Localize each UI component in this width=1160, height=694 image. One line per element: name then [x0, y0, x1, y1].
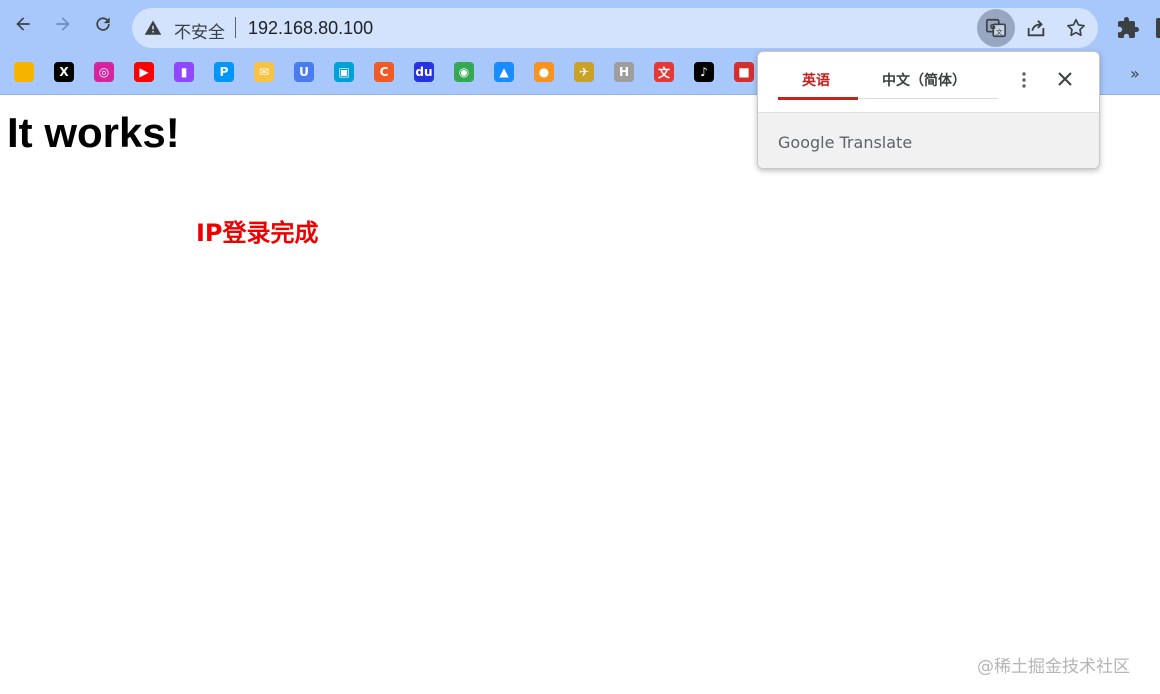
drive-bookmark-icon[interactable]: ▲ [494, 62, 514, 82]
url-text[interactable]: 192.168.80.100 [248, 18, 373, 39]
profile-button[interactable] [1156, 18, 1160, 38]
warning-icon[interactable] [144, 19, 162, 37]
more-vert-icon [1022, 72, 1026, 88]
address-bar[interactable]: 不安全 192.168.80.100 G 文 [132, 8, 1098, 48]
reload-icon [96, 17, 110, 31]
baidu-bookmark-icon[interactable]: du [414, 62, 434, 82]
tiktok-bookmark-icon[interactable]: ♪ [694, 62, 714, 82]
back-arrow-icon [16, 17, 30, 31]
bookmark-star-icon[interactable] [1065, 17, 1087, 39]
translate-close-button[interactable] [1054, 68, 1076, 90]
c-bookmark-icon[interactable]: C [374, 62, 394, 82]
box-bookmark-icon[interactable]: ■ [734, 62, 754, 82]
page-heading: It works! [7, 109, 180, 156]
google-translate-brand: Google Translate [778, 133, 913, 152]
translate-popup: 英语 中文（简体） Google Translate [757, 51, 1100, 169]
forward-button[interactable] [49, 10, 77, 38]
share-icon[interactable] [1025, 17, 1047, 39]
security-label[interactable]: 不安全 [174, 18, 225, 43]
extensions-puzzle-icon[interactable] [1116, 16, 1140, 40]
omnibox-divider [235, 17, 236, 38]
h-bookmark-icon[interactable]: H [614, 62, 634, 82]
youtube-bookmark-icon[interactable]: ▶ [134, 62, 154, 82]
tab-source-language[interactable]: 英语 [802, 70, 830, 90]
video-bookmark-icon[interactable]: ● [534, 62, 554, 82]
colorful-bookmark-icon[interactable]: U [294, 62, 314, 82]
tab-target-language[interactable]: 中文（简体） [882, 70, 966, 90]
svg-text:G: G [990, 22, 996, 31]
svg-text:文: 文 [996, 27, 1003, 36]
back-button[interactable] [9, 10, 37, 38]
watermark: @稀土掘金技术社区 [977, 657, 1130, 677]
twitch-bookmark-icon[interactable]: ▮ [174, 62, 194, 82]
bilibili-bookmark-icon[interactable]: ▣ [334, 62, 354, 82]
active-tab-indicator [778, 97, 858, 100]
reload-button[interactable] [89, 10, 117, 38]
pixiv-bookmark-icon[interactable]: P [214, 62, 234, 82]
translate-icon: G 文 [986, 18, 1006, 38]
translate-options-button[interactable] [1014, 68, 1034, 92]
translate-footer: Google Translate [758, 112, 1099, 168]
login-status-text: IP登录完成 [196, 219, 319, 247]
forward-arrow-icon [56, 17, 70, 31]
close-icon [1058, 72, 1072, 86]
mail-bookmark-icon[interactable]: ✉ [254, 62, 274, 82]
rainbow-bookmark-icon[interactable] [14, 62, 34, 82]
browser-toolbar: 不安全 192.168.80.100 G 文 [0, 0, 1160, 56]
x-twitter-bookmark-icon[interactable]: X [54, 62, 74, 82]
translate-button[interactable]: G 文 [977, 9, 1015, 47]
chrome-bookmark-icon[interactable]: ◉ [454, 62, 474, 82]
wen-bookmark-icon[interactable]: 文 [654, 62, 674, 82]
instagram-bookmark-icon[interactable]: ◎ [94, 62, 114, 82]
bird-bookmark-icon[interactable]: ✈ [574, 62, 594, 82]
more-bookmarks-chevron-icon[interactable]: » [1130, 64, 1140, 83]
